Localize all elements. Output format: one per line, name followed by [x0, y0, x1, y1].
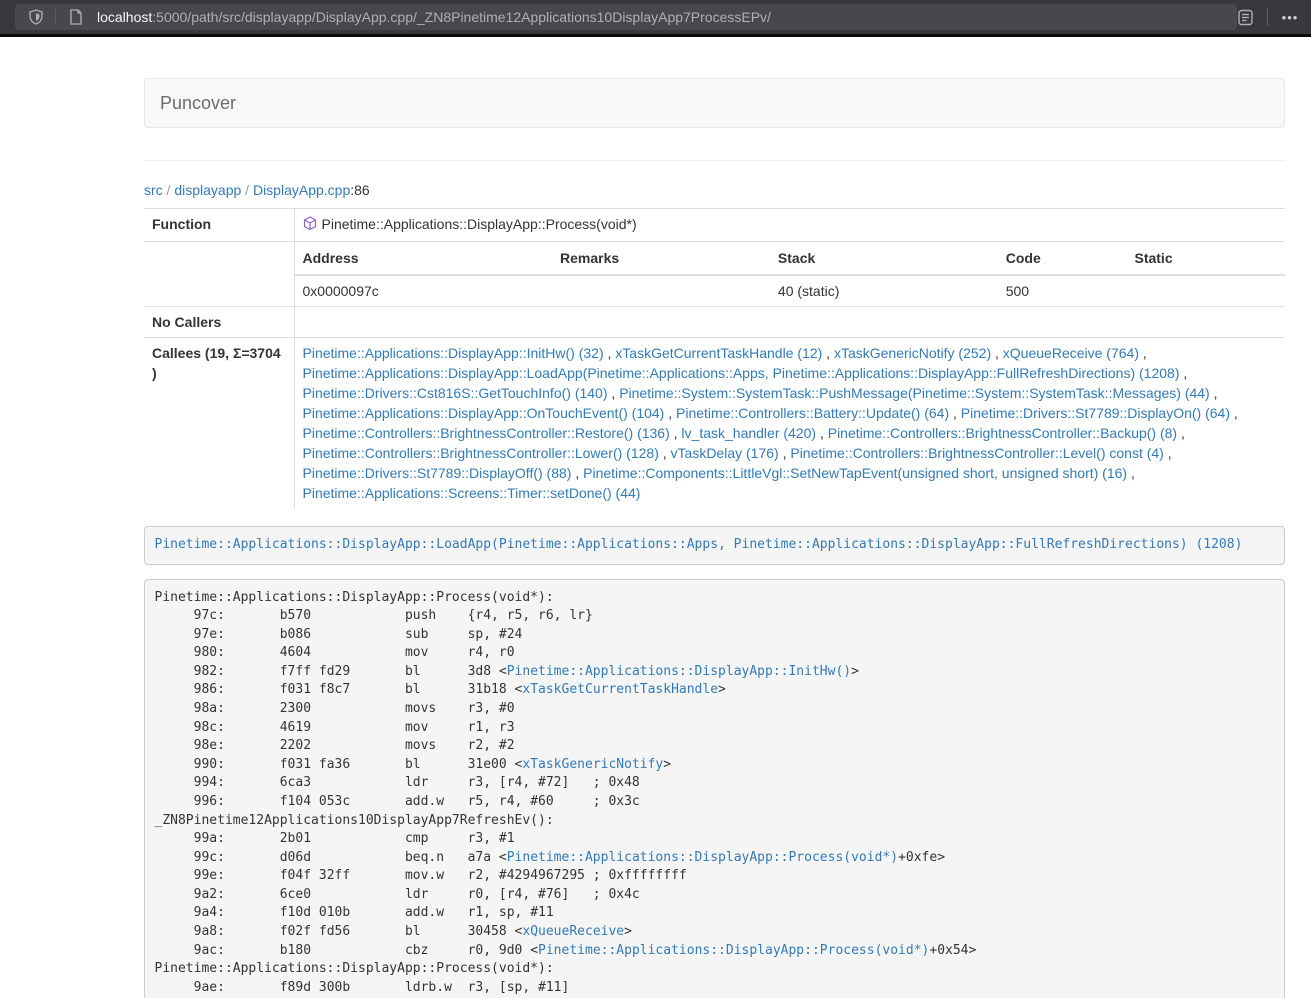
- callee-link[interactable]: Pinetime::Components::LittleVgl::SetNewT…: [583, 465, 1127, 481]
- callee-link[interactable]: Pinetime::Controllers::BrightnessControl…: [828, 425, 1177, 441]
- code-symbol-link[interactable]: Pinetime::Applications::DisplayApp::Proc…: [538, 943, 929, 958]
- breadcrumb-link[interactable]: DisplayApp.cpp: [253, 182, 350, 198]
- function-row: Function Pinetime::Applications::Display…: [144, 209, 1285, 242]
- callee-link[interactable]: lv_task_handler (420): [681, 425, 816, 441]
- url-path: :5000/path/src/displayapp/DisplayApp.cpp…: [152, 9, 771, 25]
- function-name-cell: Pinetime::Applications::DisplayApp::Proc…: [294, 209, 1285, 242]
- no-callers-label: No Callers: [144, 307, 294, 338]
- code-symbol-link[interactable]: Pinetime::Applications::DisplayApp::Proc…: [507, 850, 898, 865]
- url-text[interactable]: localhost:5000/path/src/displayapp/Displ…: [97, 9, 771, 25]
- callee-link[interactable]: xTaskGetCurrentTaskHandle (12): [615, 345, 822, 361]
- function-name: Pinetime::Applications::DisplayApp::Proc…: [322, 216, 637, 232]
- callees-row: Callees (19, Σ=3704 ) Pinetime::Applicat…: [144, 338, 1285, 509]
- callee-link[interactable]: Pinetime::Controllers::Battery::Update()…: [676, 405, 949, 421]
- code-symbol-link[interactable]: xTaskGenericNotify: [522, 757, 663, 772]
- selected-callee-link[interactable]: Pinetime::Applications::DisplayApp::Load…: [155, 537, 1243, 552]
- menu-dots-icon[interactable]: •••: [1277, 4, 1303, 30]
- navbar: Puncover: [144, 78, 1285, 128]
- code-symbol-link[interactable]: xQueueReceive: [522, 924, 624, 939]
- table-row: 0x0000097c 40 (static) 500: [295, 275, 1286, 306]
- breadcrumb-link[interactable]: displayapp: [174, 182, 241, 198]
- code-symbol-link[interactable]: Pinetime::Applications::DisplayApp::Init…: [507, 664, 851, 679]
- cube-icon: [303, 216, 317, 236]
- callee-link[interactable]: xTaskGenericNotify (252): [834, 345, 991, 361]
- col-address: Address: [295, 242, 553, 275]
- function-label: Function: [144, 209, 294, 242]
- callee-link[interactable]: Pinetime::Drivers::St7789::DisplayOn() (…: [961, 405, 1230, 421]
- divider-rule: [144, 160, 1285, 161]
- callee-link[interactable]: Pinetime::Applications::DisplayApp::Init…: [303, 345, 604, 361]
- no-callers-cell: [294, 307, 1285, 338]
- col-code: Code: [998, 242, 1127, 275]
- callee-link[interactable]: Pinetime::Drivers::St7789::DisplayOff() …: [303, 465, 572, 481]
- no-callers-row: No Callers: [144, 307, 1285, 338]
- selected-callee-box: Pinetime::Applications::DisplayApp::Load…: [144, 526, 1285, 565]
- urlbar-divider: [55, 9, 56, 25]
- toolbar-bottom-strip: [0, 34, 1311, 37]
- breadcrumb-link[interactable]: src: [144, 182, 163, 198]
- breadcrumb: src / displayapp / DisplayApp.cpp:86: [144, 182, 1285, 198]
- col-static: Static: [1126, 242, 1285, 275]
- stats-table: Address Remarks Stack Code Static 0x0000…: [295, 242, 1286, 306]
- callee-link[interactable]: Pinetime::System::SystemTask::PushMessag…: [619, 385, 1210, 401]
- callee-link[interactable]: Pinetime::Drivers::Cst816S::GetTouchInfo…: [303, 385, 608, 401]
- remarks-value: [552, 275, 770, 306]
- callee-link[interactable]: xQueueReceive (764): [1003, 345, 1139, 361]
- browser-toolbar: localhost:5000/path/src/displayapp/Displ…: [0, 0, 1311, 34]
- callee-link[interactable]: Pinetime::Applications::DisplayApp::Load…: [303, 365, 1180, 381]
- code-size-value: 500: [998, 275, 1127, 306]
- function-table: Function Pinetime::Applications::Display…: [144, 208, 1285, 508]
- toolbar-divider: [1267, 8, 1268, 26]
- callees-label: Callees (19, Σ=3704 ): [144, 338, 294, 509]
- stats-row: Address Remarks Stack Code Static 0x0000…: [144, 242, 1285, 307]
- col-remarks: Remarks: [552, 242, 770, 275]
- stack-value: 40 (static): [770, 275, 998, 306]
- code-symbol-link[interactable]: xTaskGetCurrentTaskHandle: [522, 682, 718, 697]
- static-value: [1126, 275, 1285, 306]
- brand-title[interactable]: Puncover: [145, 93, 251, 114]
- callee-link[interactable]: Pinetime::Applications::Screens::Timer::…: [303, 485, 641, 501]
- shield-icon[interactable]: [23, 4, 49, 30]
- breadcrumb-line-number: :86: [350, 182, 369, 198]
- breadcrumb-separator: /: [163, 182, 175, 198]
- address-value: 0x0000097c: [295, 275, 553, 306]
- disassembly-listing: Pinetime::Applications::DisplayApp::Proc…: [144, 579, 1285, 998]
- col-stack: Stack: [770, 242, 998, 275]
- puncover-page: Puncover src / displayapp / DisplayApp.c…: [144, 78, 1285, 998]
- callee-link[interactable]: Pinetime::Controllers::BrightnessControl…: [303, 445, 659, 461]
- breadcrumb-separator: /: [241, 182, 253, 198]
- stats-label-spacer: [144, 242, 294, 307]
- url-bar[interactable]: localhost:5000/path/src/displayapp/Displ…: [15, 4, 1237, 30]
- callees-list: Pinetime::Applications::DisplayApp::Init…: [294, 338, 1285, 509]
- callee-link[interactable]: Pinetime::Controllers::BrightnessControl…: [790, 445, 1163, 461]
- url-host: localhost: [97, 9, 152, 25]
- page-icon[interactable]: [63, 4, 89, 30]
- callee-link[interactable]: vTaskDelay (176): [671, 445, 779, 461]
- callee-link[interactable]: Pinetime::Controllers::BrightnessControl…: [303, 425, 670, 441]
- callee-link[interactable]: Pinetime::Applications::DisplayApp::OnTo…: [303, 405, 665, 421]
- reader-mode-icon[interactable]: [1232, 4, 1258, 30]
